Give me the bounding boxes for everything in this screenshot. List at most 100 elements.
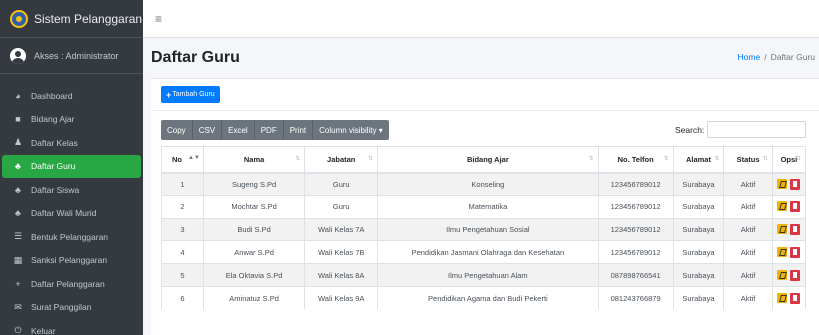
column-header-jabatan[interactable]: Jabatan ⇅: [304, 146, 378, 174]
table-cell: Aktif: [723, 263, 773, 287]
delete-icon[interactable]: [790, 223, 801, 235]
user-role-label: Akses : Administrator: [34, 50, 119, 61]
breadcrumb-home-link[interactable]: Home: [738, 52, 761, 62]
sidebar-item-bentuk-pelanggaran[interactable]: ☰ Bentuk Pelanggaran: [2, 225, 141, 249]
plus-icon: +: [166, 89, 172, 100]
table-cell: Ela Oktavia S.Pd: [202, 263, 305, 287]
delete-icon[interactable]: [790, 178, 801, 190]
book-icon: ■: [15, 114, 21, 125]
table-row: 4 Anwar S.Pd Wali Kelas 7B Pendidikan Jasma…: [161, 240, 807, 264]
column-header-label: Nama: [243, 154, 265, 164]
guru-table: No ▲▼ Nama ⇅ Jabatan ⇅ Bidang Ajar ⇅ No. Telfon ⇅…: [161, 146, 807, 310]
table-cell: 1: [161, 172, 204, 196]
menu-toggle-icon[interactable]: ≡: [155, 12, 162, 26]
sidebar-item-daftar-wali-murid[interactable]: ♣ Daftar Wali Murid: [2, 202, 141, 226]
table-cell: Wali Kelas 7B: [304, 240, 378, 264]
sidebar-item-label: Surat Panggilan: [31, 302, 92, 313]
table-row: 3 Budi S.Pd Wali Kelas 7A Ilmu Pengetahuan …: [161, 217, 807, 241]
table-row: 2 Mochtar S.Pd Guru Matematika 123456789012 S…: [161, 194, 807, 219]
breadcrumb-separator: /: [764, 52, 767, 62]
table-cell: 5: [161, 263, 204, 287]
export-button-copy[interactable]: Copy: [161, 120, 193, 140]
dashboard-icon: ◕: [15, 90, 21, 101]
edit-icon[interactable]: [777, 223, 788, 234]
table-header-row: No ▲▼ Nama ⇅ Jabatan ⇅ Bidang Ajar ⇅ No. Telfon ⇅…: [161, 146, 807, 174]
sort-icon: ⇅: [368, 156, 374, 162]
sort-icon: ⇅: [762, 156, 768, 162]
sidebar-item-label: Sanksi Pelanggaran: [31, 255, 108, 266]
sidebar-item-label: Bidang Ajar: [31, 114, 75, 125]
sidebar-item-surat-panggilan[interactable]: ✉ Surat Panggilan: [2, 296, 141, 320]
table-cell-opsi: [771, 172, 807, 196]
sort-icon: ▲▼: [188, 155, 200, 161]
card-divider: [151, 110, 819, 111]
table-cell-opsi: [771, 263, 807, 287]
sidebar-item-bidang-ajar[interactable]: ■ Bidang Ajar: [2, 108, 141, 132]
sidebar-item-keluar[interactable]: ⏻ Keluar: [2, 319, 141, 335]
delete-icon[interactable]: [790, 201, 801, 213]
search-input[interactable]: [707, 121, 806, 138]
sidebar-item-dashboard[interactable]: ◕ Dashboard: [2, 84, 141, 108]
table-cell: Wali Kelas 8A: [304, 263, 378, 287]
column-header-label: No: [172, 154, 182, 164]
table-cell: Pendidikan Agama dan Budi Pekerti: [377, 285, 599, 310]
delete-icon[interactable]: [790, 269, 801, 281]
table-cell-opsi: [771, 194, 807, 219]
topbar: ≡: [143, 0, 819, 38]
table-cell-opsi: [771, 240, 807, 264]
table-cell: 4: [161, 240, 204, 264]
export-button-pdf[interactable]: PDF: [255, 120, 284, 140]
edit-icon[interactable]: [777, 246, 788, 257]
table-body: 1 Sugeng S.Pd Guru Konseling 123456789012 Sur…: [161, 172, 807, 310]
sidebar-item-daftar-pelanggaran[interactable]: + Daftar Pelanggaran: [2, 272, 141, 296]
edit-icon[interactable]: [777, 292, 788, 303]
export-button-print[interactable]: Print: [284, 120, 314, 140]
table-cell: Mochtar S.Pd: [202, 194, 305, 219]
sidebar-item-label: Daftar Pelanggaran: [31, 278, 105, 289]
delete-icon[interactable]: [790, 292, 801, 304]
column-header-label: Opsi: [780, 154, 798, 164]
column-header-opsi[interactable]: Opsi ⇅: [771, 146, 807, 174]
sidebar-item-daftar-guru[interactable]: ♣ Daftar Guru: [2, 154, 141, 178]
table-cell: Surabaya: [672, 285, 724, 310]
edit-icon[interactable]: [777, 269, 788, 280]
table-cell: Budi S.Pd: [202, 217, 305, 241]
breadcrumb-current: Daftar Guru: [770, 52, 815, 62]
table-cell: 087898766541: [597, 263, 674, 287]
sidebar-item-daftar-siswa[interactable]: ♣ Daftar Siswa: [2, 178, 141, 202]
column-header-status[interactable]: Status ⇅: [723, 146, 773, 174]
brand[interactable]: Sistem Pelanggaran: [0, 0, 143, 38]
search-label: Search:: [675, 125, 705, 135]
table-cell: Pendidikan Jasmani Olahraga dan Kesehata…: [377, 240, 599, 264]
guru-card: + Tambah Guru Copy CSV Excel PDF Print Column …: [151, 78, 819, 335]
table-cell: Guru: [304, 172, 378, 196]
column-header-no[interactable]: No ▲▼: [161, 146, 204, 174]
export-button-column[interactable]: Column visibility ▾: [313, 120, 389, 140]
class-icon: ♟: [13, 137, 23, 148]
column-header-nama[interactable]: Nama ⇅: [202, 146, 305, 174]
export-button-csv[interactable]: CSV: [193, 120, 223, 140]
table-cell: Aktif: [723, 240, 773, 264]
sidebar-item-sanksi-pelanggaran[interactable]: ▦ Sanksi Pelanggaran: [2, 249, 141, 273]
sidebar-item-label: Daftar Wali Murid: [31, 208, 97, 219]
add-guru-button[interactable]: + Tambah Guru: [161, 86, 220, 103]
edit-icon[interactable]: [777, 178, 788, 189]
delete-icon[interactable]: [790, 246, 801, 258]
table-cell: 3: [161, 217, 204, 241]
export-button-excel[interactable]: Excel: [222, 120, 255, 140]
sort-icon: ⇅: [295, 156, 301, 162]
table-cell: Aktif: [723, 285, 773, 310]
column-header-label: Alamat: [685, 154, 711, 164]
table-cell: 123456789012: [597, 217, 674, 241]
sidebar-item-daftar-kelas[interactable]: ♟ Daftar Kelas: [2, 131, 141, 155]
add-guru-label: Tambah Guru: [172, 91, 215, 98]
table-cell: 081243766879: [597, 285, 674, 310]
column-header-bidang-ajar[interactable]: Bidang Ajar ⇅: [377, 146, 599, 174]
column-header-alamat[interactable]: Alamat ⇅: [672, 146, 724, 174]
sidebar-item-label: Keluar: [31, 325, 56, 335]
power-icon: ⏻: [14, 325, 22, 335]
sort-icon: ⇅: [588, 156, 594, 162]
edit-icon[interactable]: [777, 201, 788, 212]
sidebar-item-label: Bentuk Pelanggaran: [31, 231, 109, 242]
column-header-no-telfon[interactable]: No. Telfon ⇅: [597, 146, 674, 174]
